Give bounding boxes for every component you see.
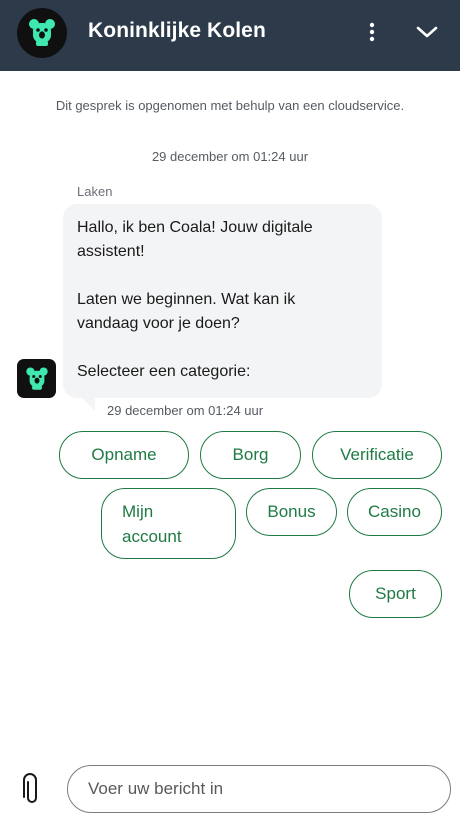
message-line: assistent! [77,243,145,260]
message-line: vandaag voor je doen? [77,315,240,332]
paperclip-icon[interactable] [20,772,44,806]
message-line [77,336,368,360]
recording-notice: Dit gesprek is opgenomen met behulp van … [55,98,405,113]
chevron-down-icon[interactable] [411,17,443,47]
message-line: Hallo, ik ben Coala! Jouw digitale [77,219,313,236]
chip-label-line: Mijn [122,501,154,521]
message-line: Selecteer een categorie: [77,363,251,380]
category-button-opname[interactable]: Opname [59,431,189,479]
more-vertical-icon[interactable] [360,17,384,47]
header-title: Koninklijke Kolen [88,19,266,42]
category-button-sport[interactable]: Sport [349,570,442,618]
koala-logo-icon [17,8,67,58]
message-sender: Laken [77,184,113,199]
category-button-mijn-account[interactable]: Mijn account [101,488,236,559]
category-button-borg[interactable]: Borg [200,431,301,479]
chat-header: Koninklijke Kolen [0,0,460,71]
category-button-verificatie[interactable]: Verificatie [312,431,442,479]
bubble-tail [82,398,95,411]
message-input[interactable] [67,765,451,813]
bot-message-bubble: Hallo, ik ben Coala! Jouw digitale assis… [63,204,382,398]
date-separator: 29 december om 01:24 uur [151,149,309,164]
category-button-casino[interactable]: Casino [347,488,442,536]
chip-label-line: account [122,526,182,546]
koala-avatar-icon [25,366,48,390]
category-button-bonus[interactable]: Bonus [246,488,337,536]
message-timestamp: 29 december om 01:24 uur [107,403,264,418]
message-line [77,264,368,288]
bot-avatar [17,359,56,398]
message-line: Laten we beginnen. Wat kan ik [77,291,296,308]
